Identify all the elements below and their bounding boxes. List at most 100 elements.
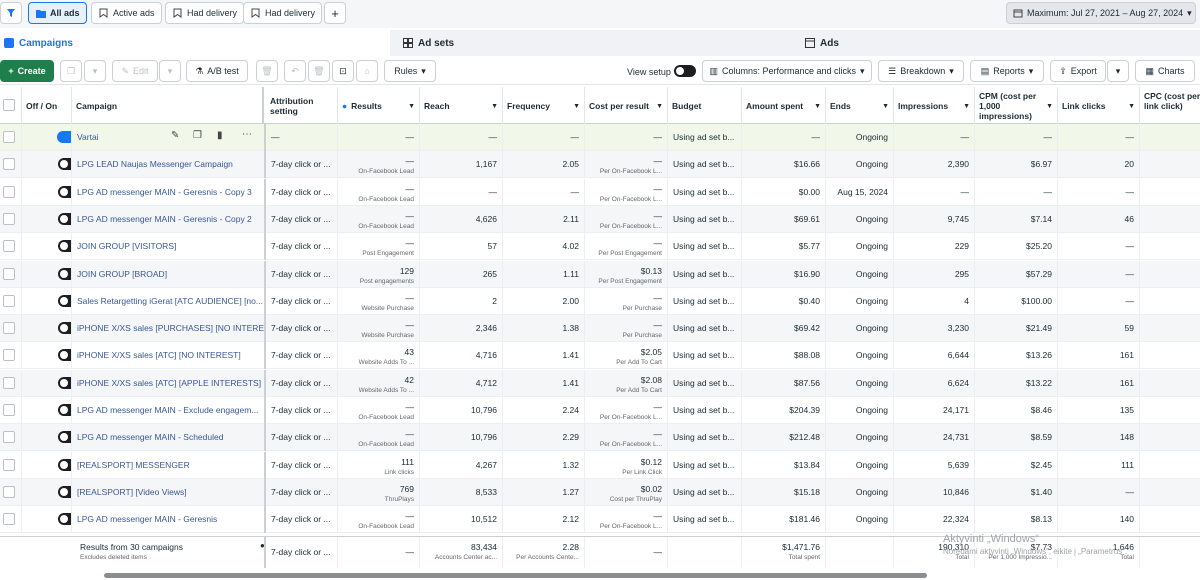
row-checkbox[interactable] (3, 212, 15, 225)
campaign-name-link[interactable]: Sales Retargetting iGerat [ATC AUDIENCE]… (77, 296, 263, 306)
campaign-name-link[interactable]: iPHONE X/XS sales [ATC] [APPLE INTERESTS… (77, 378, 261, 388)
col-cpm[interactable]: CPM (cost per 1,000 impressions) ▼ (975, 87, 1058, 124)
campaign-name-link[interactable]: JOIN GROUP [VISITORS] (77, 241, 176, 251)
duplicate-button[interactable]: ❐ (60, 60, 82, 82)
col-cost-per-result[interactable]: Cost per result ▼ (585, 87, 668, 124)
row-checkbox[interactable] (3, 431, 15, 444)
campaign-toggle[interactable] (58, 294, 71, 307)
preview-button[interactable]: ⊡ (332, 60, 354, 82)
col-budget[interactable]: Budget (668, 87, 742, 124)
had-delivery-filter-1[interactable]: Had delivery (165, 2, 245, 24)
chart-icon[interactable]: ▮ (217, 130, 223, 141)
campaign-toggle[interactable] (57, 131, 71, 143)
export-dropdown[interactable]: ▾ (1107, 60, 1129, 82)
edit-button[interactable]: ✎ Edit (112, 60, 158, 82)
col-amount-spent[interactable]: Amount spent ▼ (742, 87, 826, 124)
campaign-toggle[interactable] (58, 212, 71, 225)
table-row[interactable]: LPG AD messenger MAIN - Scheduled 7-day c… (0, 424, 1200, 452)
had-delivery-filter-2[interactable]: Had delivery (243, 2, 323, 24)
campaign-toggle[interactable] (58, 485, 71, 498)
col-campaign[interactable]: Campaign (72, 87, 264, 124)
tab-campaigns[interactable]: Campaigns (0, 30, 390, 56)
col-off-on[interactable]: Off / On (22, 87, 72, 124)
row-checkbox[interactable] (3, 513, 15, 526)
table-row[interactable]: LPG AD messenger MAIN - Geresnis - Copy … (0, 205, 1200, 233)
row-checkbox[interactable] (3, 322, 15, 335)
duplicate-icon[interactable]: ❐ (193, 130, 202, 141)
tab-ads[interactable]: Ads (800, 30, 1200, 56)
add-filter-button[interactable]: + (324, 2, 346, 24)
row-checkbox[interactable] (3, 458, 15, 471)
campaign-toggle[interactable] (58, 513, 71, 526)
campaign-toggle[interactable] (58, 431, 71, 444)
reports-button[interactable]: ▤ Reports ▾ (970, 60, 1044, 82)
row-checkbox[interactable] (3, 294, 15, 307)
campaign-name-link[interactable]: LPG AD messenger MAIN - Exclude engagem.… (77, 405, 258, 415)
tag-button[interactable]: ⌂ (356, 60, 378, 82)
table-row[interactable]: JOIN GROUP [VISITORS] 7-day click or ... —… (0, 233, 1200, 261)
active-ads-filter[interactable]: Active ads (91, 2, 162, 24)
tab-ad-sets[interactable]: Ad sets (398, 30, 792, 56)
campaign-toggle[interactable] (58, 404, 71, 416)
table-row[interactable]: LPG LEAD Naujas Messenger Campaign 7-day … (0, 151, 1200, 179)
view-setup-toggle[interactable] (674, 65, 696, 77)
ab-test-button[interactable]: ⚗ A/B test (186, 60, 248, 82)
row-checkbox[interactable] (3, 349, 15, 362)
row-checkbox[interactable] (3, 131, 15, 143)
all-ads-filter[interactable]: All ads (28, 2, 87, 24)
more-icon[interactable]: ⋯ (242, 129, 252, 140)
table-row[interactable]: [REALSPORT] MESSENGER 7-day click or ... 1… (0, 451, 1200, 479)
rules-button[interactable]: Rules ▾ (384, 60, 436, 82)
campaign-name-link[interactable]: [REALSPORT] [Video Views] (77, 487, 187, 497)
table-row[interactable]: iPHONE X/XS sales [ATC] [NO INTEREST] 7-d… (0, 342, 1200, 370)
table-row[interactable]: Vartai ✎ ❐ ▮ ⋯ — — — — — Using ad set b... — Ongoing… (0, 124, 1200, 151)
campaign-name-link[interactable]: [REALSPORT] MESSENGER (77, 460, 190, 470)
col-impressions[interactable]: Impressions ▼ (894, 87, 975, 124)
campaign-name-link[interactable]: iPHONE X/XS sales [ATC] [NO INTEREST] (77, 350, 241, 360)
table-row[interactable]: iPHONE X/XS sales [ATC] [APPLE INTERESTS… (0, 369, 1200, 397)
table-row[interactable]: Sales Retargetting iGerat [ATC AUDIENCE]… (0, 287, 1200, 315)
undo-button[interactable]: ↶ (284, 60, 306, 82)
campaign-name-link[interactable]: LPG AD messenger MAIN - Scheduled (77, 432, 223, 442)
col-reach[interactable]: Reach ▼ (420, 87, 503, 124)
row-checkbox[interactable] (3, 404, 15, 416)
row-checkbox[interactable] (3, 158, 15, 171)
duplicate-dropdown[interactable]: ▾ (84, 60, 106, 82)
campaign-name-link[interactable]: LPG LEAD Naujas Messenger Campaign (77, 159, 233, 169)
table-row[interactable]: LPG AD messenger MAIN - Geresnis - Copy … (0, 178, 1200, 206)
table-row[interactable]: iPHONE X/XS sales [PURCHASES] [NO INTERE… (0, 315, 1200, 343)
pencil-icon[interactable]: ✎ (171, 130, 179, 141)
horizontal-scrollbar[interactable] (104, 573, 927, 578)
row-checkbox[interactable] (3, 376, 15, 389)
col-link-clicks[interactable]: Link clicks ▼ (1058, 87, 1140, 124)
col-ends[interactable]: Ends ▼ (826, 87, 894, 124)
campaign-toggle[interactable] (58, 267, 71, 280)
columns-button[interactable]: ▥ Columns: Performance and clicks ▾ (702, 60, 872, 82)
charts-button[interactable]: ▦ Charts (1135, 60, 1195, 82)
campaign-toggle[interactable] (58, 322, 71, 335)
export-button[interactable]: ⇪ Export (1050, 60, 1106, 82)
row-checkbox[interactable] (3, 485, 15, 498)
campaign-toggle[interactable] (58, 376, 71, 389)
col-attribution[interactable]: Attribution setting (266, 87, 338, 124)
row-checkbox[interactable] (3, 267, 15, 280)
campaign-name-link[interactable]: Vartai (77, 132, 99, 142)
campaign-toggle[interactable] (58, 458, 71, 471)
table-row[interactable]: LPG AD messenger MAIN - Geresnis 7-day cl… (0, 506, 1200, 534)
campaign-name-link[interactable]: LPG AD messenger MAIN - Geresnis (77, 514, 217, 524)
edit-dropdown[interactable]: ▾ (159, 60, 181, 82)
table-row[interactable]: LPG AD messenger MAIN - Exclude engagem.… (0, 397, 1200, 424)
table-row[interactable]: [REALSPORT] [Video Views] 7-day click or … (0, 478, 1200, 506)
campaign-name-link[interactable]: JOIN GROUP [BROAD] (77, 269, 167, 279)
breakdown-button[interactable]: ☰ Breakdown ▾ (878, 60, 964, 82)
col-results[interactable]: ● Results ▼ (338, 87, 420, 124)
campaign-toggle[interactable] (58, 349, 71, 362)
date-range-picker[interactable]: Maximum: Jul 27, 2021 – Aug 27, 2024 ▾ (1006, 2, 1196, 24)
col-cpc[interactable]: CPC (cost per link click) (1140, 87, 1200, 124)
campaign-name-link[interactable]: iPHONE X/XS sales [PURCHASES] [NO INTERE… (77, 323, 264, 333)
select-all-checkbox[interactable] (3, 99, 15, 111)
campaign-name-link[interactable]: LPG AD messenger MAIN - Geresnis - Copy … (77, 187, 252, 197)
filter-icon[interactable] (0, 2, 22, 24)
campaign-name-link[interactable]: LPG AD messenger MAIN - Geresnis - Copy … (77, 214, 252, 224)
row-checkbox[interactable] (3, 240, 15, 253)
